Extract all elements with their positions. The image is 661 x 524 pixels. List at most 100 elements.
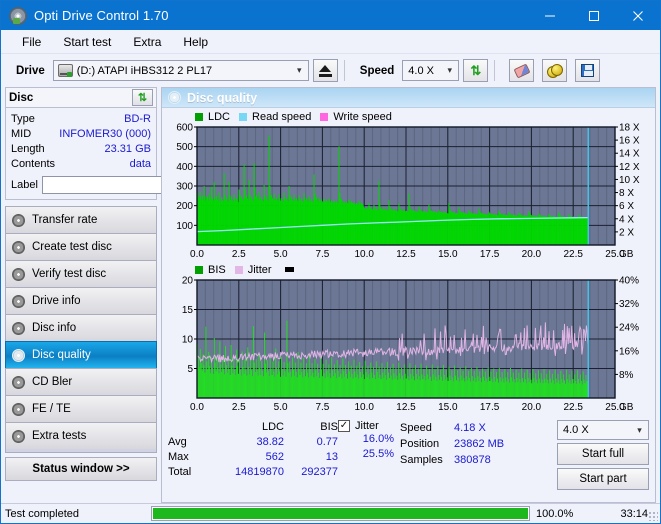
sidebar-item-label: Disc info [32, 322, 77, 334]
ldc-chart-legend: LDC Read speed Write speed [165, 110, 652, 123]
start-full-button[interactable]: Start full [557, 443, 649, 465]
app-window: Opti Drive Control 1.70 File Start test … [0, 0, 661, 524]
svg-text:8%: 8% [619, 370, 634, 381]
disc-info-row: MID INFOMER30 (000) [11, 127, 151, 142]
jitter-checkbox[interactable]: ✓ [338, 420, 350, 432]
menu-help[interactable]: Help [172, 32, 219, 52]
test-speed-select[interactable]: 4.0 X ▾ [557, 420, 649, 440]
bis-jitter-chart[interactable]: 5 10 15 20 8% 16% 24% 32% 40% 0.0 2.5 5.0 7.5 10.0 12.… [165, 276, 652, 416]
svg-text:15: 15 [182, 305, 194, 316]
eject-button[interactable] [312, 59, 338, 82]
chevron-down-icon: ▾ [297, 65, 302, 75]
jitter-stats: ✓ Jitter 16.0% 25.5% [338, 420, 400, 490]
disc-icon [12, 294, 25, 308]
sidebar-item-drive-info[interactable]: Drive info [5, 287, 157, 314]
disc-refresh-button[interactable]: ⇅ [132, 89, 153, 106]
sidebar-item-cd-bler[interactable]: CD Bler [5, 368, 157, 395]
resize-grip[interactable] [648, 511, 658, 521]
disc-mid-value: INFOMER30 (000) [59, 128, 151, 140]
stats-bis-total: 292377 [301, 466, 338, 478]
toolbar-separator-2 [494, 60, 496, 81]
sidebar-item-label: Verify test disc [32, 268, 107, 280]
sidebar-item-label: Extra tests [32, 430, 87, 442]
sidebar-item-disc-info[interactable]: Disc info [5, 314, 157, 341]
status-text: Test completed [5, 507, 79, 520]
disc-quality-header: Disc quality [162, 88, 655, 108]
stats-bis-avg: 0.77 [316, 436, 338, 448]
chevron-down-icon: ▾ [637, 424, 642, 435]
samples-info-value: 380878 [454, 454, 491, 466]
refresh-button[interactable]: ⇅ [463, 59, 489, 82]
svg-text:12 X: 12 X [619, 162, 640, 173]
svg-text:17.5: 17.5 [480, 249, 500, 260]
ldc-chart[interactable]: 100 200 300 400 500 600 2 X 4 X 6 X 8 X 10 X 12 X 14… [165, 123, 652, 263]
drive-select[interactable]: (D:) ATAPI iHBS312 2 PL17 ▾ [52, 60, 309, 81]
stats-bis-max: 13 [325, 451, 338, 463]
disc-type-value: BD-R [124, 113, 151, 125]
legend-label-bis: BIS [208, 263, 226, 276]
stats-header-row: LDC BIS [168, 420, 338, 435]
title-bar: Opti Drive Control 1.70 [1, 1, 660, 30]
close-button[interactable] [616, 1, 660, 30]
status-window-button[interactable]: Status window >> [5, 457, 157, 481]
svg-text:16%: 16% [619, 346, 639, 357]
disc-icon [12, 348, 25, 362]
menu-bar: File Start test Extra Help [1, 30, 660, 54]
start-part-button[interactable]: Start part [557, 468, 649, 490]
menu-start-test[interactable]: Start test [52, 32, 122, 52]
jitter-label: Jitter [355, 420, 379, 432]
sidebar-item-verify-test-disc[interactable]: Verify test disc [5, 260, 157, 287]
legend-label-jitter: Jitter [247, 263, 272, 276]
svg-text:15.0: 15.0 [438, 402, 458, 413]
disc-label-caption: Label [11, 178, 38, 191]
left-panel: Disc ⇅ Type BD-R MID INFOMER30 (000) Len… [5, 87, 243, 503]
svg-text:22.5: 22.5 [563, 402, 583, 413]
menu-file[interactable]: File [11, 32, 52, 52]
sidebar-item-label: FE / TE [32, 403, 71, 415]
disc-icon [12, 429, 25, 443]
sidebar-item-disc-quality[interactable]: Disc quality [5, 341, 157, 368]
sidebar-item-transfer-rate[interactable]: Transfer rate [5, 206, 157, 233]
maximize-button[interactable] [572, 1, 616, 30]
legend-swatch-ldc [195, 112, 203, 121]
svg-text:20: 20 [182, 276, 194, 287]
bis-jitter-chart-svg: 5 10 15 20 8% 16% 24% 32% 40% 0.0 2.5 5.0 7.5 10.0 12.… [182, 276, 639, 413]
sidebar-item-create-test-disc[interactable]: Create test disc [5, 233, 157, 260]
sidebar-item-extra-tests[interactable]: Extra tests [5, 422, 157, 449]
svg-text:2.5: 2.5 [232, 402, 246, 413]
svg-text:0.0: 0.0 [190, 249, 204, 260]
svg-text:8 X: 8 X [619, 188, 634, 199]
minimize-button[interactable] [528, 1, 572, 30]
charts-container: LDC Read speed Write speed 100 200 300 400 5… [162, 108, 655, 416]
jitter-toggle-row: ✓ Jitter [338, 420, 400, 432]
svg-text:5.0: 5.0 [274, 249, 288, 260]
svg-text:100: 100 [176, 221, 193, 232]
stats-row-label: Max [168, 451, 189, 463]
eraser-icon [513, 63, 531, 78]
coins-button[interactable] [542, 59, 568, 82]
disc-icon [12, 240, 25, 254]
svg-text:2.5: 2.5 [232, 249, 246, 260]
stats-ldc-avg: 38.82 [256, 436, 284, 448]
svg-text:10.0: 10.0 [354, 249, 374, 260]
svg-text:7.5: 7.5 [315, 249, 329, 260]
erase-button[interactable] [509, 59, 535, 82]
svg-text:12.5: 12.5 [396, 249, 416, 260]
disc-contents-label: Contents [11, 158, 56, 170]
sidebar-item-label: Drive info [32, 295, 81, 307]
disc-icon [12, 267, 25, 281]
refresh-icon: ⇅ [470, 63, 482, 78]
disc-info-row: Length 23.31 GB [11, 142, 151, 157]
table-row: Max 562 13 [168, 450, 338, 465]
menu-extra[interactable]: Extra [122, 32, 172, 52]
position-info-value: 23862 MB [454, 438, 505, 450]
speed-select[interactable]: 4.0 X ▾ [402, 60, 460, 81]
sidebar-item-fe-te[interactable]: FE / TE [5, 395, 157, 422]
save-button[interactable] [575, 59, 601, 82]
sidebar-item-label: Transfer rate [32, 214, 98, 226]
svg-text:24%: 24% [619, 323, 639, 334]
disc-panel-header: Disc ⇅ [5, 87, 157, 108]
svg-text:GB: GB [619, 249, 634, 260]
legend-label-ldc: LDC [208, 110, 231, 123]
table-row: Total 14819870 292377 [168, 465, 338, 480]
